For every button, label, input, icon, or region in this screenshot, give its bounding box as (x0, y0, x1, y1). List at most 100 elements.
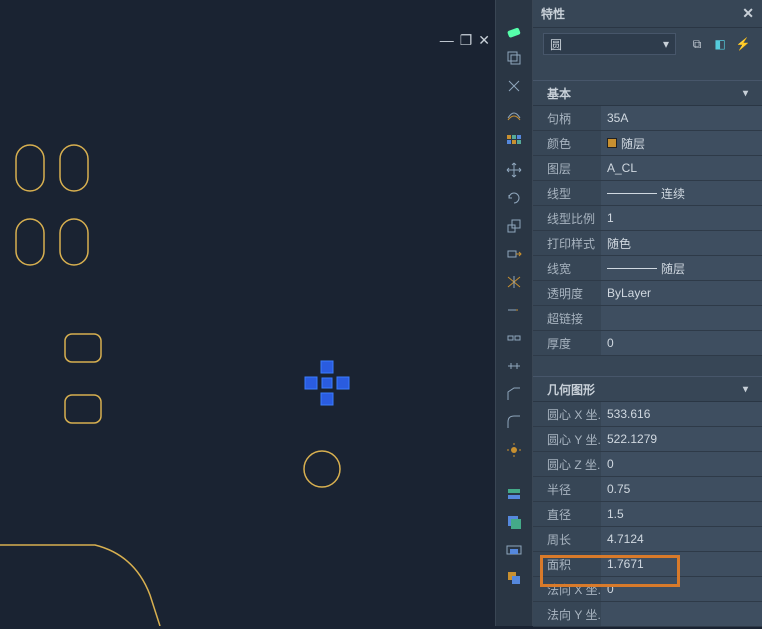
property-value[interactable]: 随层 (601, 131, 762, 155)
property-label: 厚度 (533, 331, 601, 355)
property-row: 打印样式随色 (533, 231, 762, 256)
property-label: 线型比例 (533, 206, 601, 230)
property-value[interactable] (601, 602, 762, 626)
property-label: 半径 (533, 477, 601, 501)
rotate-icon[interactable] (501, 186, 527, 210)
property-row: 透明度ByLayer (533, 281, 762, 306)
property-row: 面积1.7671 (533, 552, 762, 577)
quick-properties-icon[interactable]: ⚡ (734, 35, 752, 53)
property-value[interactable]: 0 (601, 577, 762, 601)
property-row: 超链接 (533, 306, 762, 331)
section-geom-header[interactable]: 几何图形 ▾ (533, 376, 762, 402)
trim-icon[interactable] (501, 270, 527, 294)
section-geom-title: 几何图形 (547, 381, 595, 398)
section-basic-title: 基本 (547, 85, 571, 102)
quick-select-icon[interactable]: ⧉ (688, 35, 706, 53)
property-label: 超链接 (533, 306, 601, 330)
property-row: 半径0.75 (533, 477, 762, 502)
explode-icon[interactable] (501, 438, 527, 462)
property-label: 圆心 Y 坐... (533, 427, 601, 451)
window-controls: — ❐ ✕ (440, 32, 490, 49)
property-label: 面积 (533, 552, 601, 576)
scale-icon[interactable] (501, 214, 527, 238)
property-row: 句柄35A (533, 106, 762, 131)
property-label: 透明度 (533, 281, 601, 305)
property-label: 句柄 (533, 106, 601, 130)
property-label: 线型 (533, 181, 601, 205)
property-value[interactable]: 1 (601, 206, 762, 230)
property-value[interactable]: 随色 (601, 231, 762, 255)
property-label: 直径 (533, 502, 601, 526)
restore-button[interactable]: ❐ (460, 32, 473, 49)
property-row: 周长4.7124 (533, 527, 762, 552)
layer-tool-4-icon[interactable] (501, 566, 527, 590)
offset-icon[interactable] (501, 102, 527, 126)
mirror-icon[interactable] (501, 74, 527, 98)
property-value[interactable] (601, 306, 762, 330)
toggle-pickadd-icon[interactable]: ◧ (711, 35, 729, 53)
property-value[interactable]: ByLayer (601, 281, 762, 305)
collapse-icon: ▾ (743, 88, 748, 99)
chevron-down-icon: ▾ (663, 37, 669, 51)
layer-tool-3-icon[interactable] (501, 538, 527, 562)
close-window-button[interactable]: ✕ (478, 32, 490, 49)
property-row: 线宽随层 (533, 256, 762, 281)
copy-icon[interactable] (501, 46, 527, 70)
property-row: 圆心 Z 坐...0 (533, 452, 762, 477)
extend-icon[interactable] (501, 298, 527, 322)
object-type-select[interactable]: 圆 ▾ (543, 33, 676, 55)
property-value[interactable]: 35A (601, 106, 762, 130)
property-value[interactable]: 522.1279 (601, 427, 762, 451)
property-value[interactable]: 1.5 (601, 502, 762, 526)
minimize-button[interactable]: — (440, 32, 454, 49)
property-label: 图层 (533, 156, 601, 180)
stretch-icon[interactable] (501, 242, 527, 266)
array-icon[interactable] (501, 130, 527, 154)
break-icon[interactable] (501, 326, 527, 350)
property-row: 图层A_CL (533, 156, 762, 181)
property-value[interactable]: 连续 (601, 181, 762, 205)
fillet-icon[interactable] (501, 410, 527, 434)
move-icon[interactable] (501, 158, 527, 182)
property-row: 法向 Y 坐... (533, 602, 762, 627)
property-label: 圆心 Z 坐... (533, 452, 601, 476)
properties-panel: 特性 ✕ 圆 ▾ ⧉ ◧ ⚡ 基本 ▾ 句柄35A颜色随层图层A_CL线型连续线… (533, 0, 762, 626)
property-value[interactable]: 随层 (601, 256, 762, 280)
property-value[interactable]: 0 (601, 331, 762, 355)
property-value[interactable]: 4.7124 (601, 527, 762, 551)
property-value[interactable]: 1.7671 (601, 552, 762, 576)
panel-title: 特性 (541, 5, 565, 22)
property-label: 法向 Y 坐... (533, 602, 601, 626)
property-value[interactable]: 0 (601, 452, 762, 476)
layer-tool-2-icon[interactable] (501, 510, 527, 534)
property-label: 圆心 X 坐... (533, 402, 601, 426)
collapse-icon: ▾ (743, 384, 748, 395)
property-row: 线型连续 (533, 181, 762, 206)
panel-close-button[interactable]: ✕ (742, 5, 754, 22)
property-row: 法向 X 坐...0 (533, 577, 762, 602)
property-row: 直径1.5 (533, 502, 762, 527)
vertical-toolbar (495, 0, 533, 626)
object-type-row: 圆 ▾ ⧉ ◧ ⚡ (533, 28, 762, 60)
object-type-value: 圆 (550, 36, 562, 53)
property-label: 法向 X 坐... (533, 577, 601, 601)
layer-tool-1-icon[interactable] (501, 482, 527, 506)
chamfer-icon[interactable] (501, 382, 527, 406)
property-row: 颜色随层 (533, 131, 762, 156)
panel-header: 特性 ✕ (533, 0, 762, 28)
property-row: 圆心 X 坐...533.616 (533, 402, 762, 427)
join-icon[interactable] (501, 354, 527, 378)
drawing-canvas[interactable] (0, 0, 495, 626)
property-label: 线宽 (533, 256, 601, 280)
property-label: 周长 (533, 527, 601, 551)
property-row: 厚度0 (533, 331, 762, 356)
eraser-icon[interactable] (501, 18, 527, 42)
property-value[interactable]: 0.75 (601, 477, 762, 501)
property-label: 颜色 (533, 131, 601, 155)
section-basic-header[interactable]: 基本 ▾ (533, 80, 762, 106)
property-value[interactable]: A_CL (601, 156, 762, 180)
property-row: 线型比例1 (533, 206, 762, 231)
property-row: 圆心 Y 坐...522.1279 (533, 427, 762, 452)
property-label: 打印样式 (533, 231, 601, 255)
property-value[interactable]: 533.616 (601, 402, 762, 426)
